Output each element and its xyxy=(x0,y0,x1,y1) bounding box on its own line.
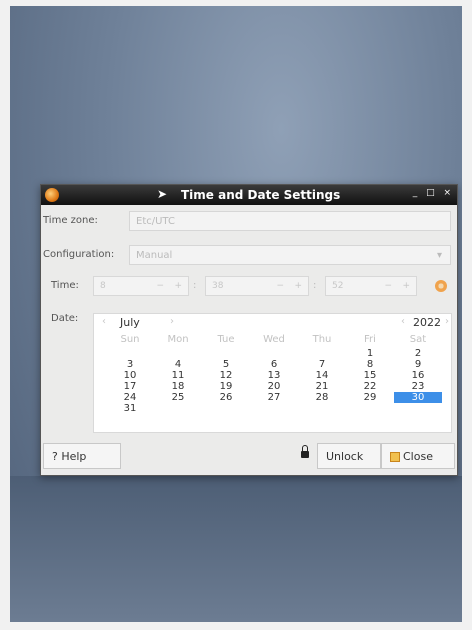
day-of-week-0: Sun xyxy=(120,334,140,345)
calendar-day-selected[interactable]: 30 xyxy=(394,392,442,403)
time-separator: : xyxy=(193,280,197,291)
calendar-day[interactable]: 3 xyxy=(106,359,154,370)
minimize-button[interactable]: _ xyxy=(413,188,418,198)
mouse-pointer-icon: ➤ xyxy=(157,187,168,201)
calendar-day[interactable]: 24 xyxy=(106,392,154,403)
calendar-week-row: 3456789 xyxy=(94,359,451,370)
day-of-week-1: Mon xyxy=(167,334,189,345)
close-window-button[interactable]: × xyxy=(443,188,451,198)
calendar-day[interactable]: 9 xyxy=(394,359,442,370)
calendar-header: ‹ July › ‹ 2022 › xyxy=(94,314,451,330)
hour-spinner[interactable]: 8 − + xyxy=(93,276,189,296)
calendar-week-row: 31 xyxy=(94,403,451,414)
calendar-year: 2022 xyxy=(413,316,441,329)
app-icon xyxy=(45,188,59,202)
configuration-value: Manual xyxy=(136,250,173,261)
calendar-day[interactable]: 1 xyxy=(346,348,394,359)
desktop-lower-area xyxy=(10,476,462,622)
calendar-day[interactable]: 27 xyxy=(250,392,298,403)
configuration-label: Configuration: xyxy=(43,249,115,260)
calendar-day[interactable]: 16 xyxy=(394,370,442,381)
calendar-day[interactable]: 22 xyxy=(346,381,394,392)
calendar-day[interactable]: 10 xyxy=(106,370,154,381)
second-spinner[interactable]: 52 − + xyxy=(325,276,417,296)
calendar-week-row: 17 18 19 20 21 22 23 xyxy=(94,381,451,392)
time-separator: : xyxy=(313,280,317,291)
configuration-select[interactable]: Manual ▾ xyxy=(129,245,451,265)
calendar-day[interactable]: 14 xyxy=(298,370,346,381)
next-month-button[interactable]: › xyxy=(170,316,174,327)
calendar-day[interactable]: 6 xyxy=(250,359,298,370)
unlock-button[interactable]: Unlock xyxy=(317,443,381,469)
calendar-day[interactable]: 8 xyxy=(346,359,394,370)
day-of-week-5: Fri xyxy=(364,334,376,345)
second-decrement[interactable]: − xyxy=(384,277,392,295)
calendar-day[interactable]: 28 xyxy=(298,392,346,403)
calendar-week-row: 24 25 26 27 28 29 30 xyxy=(94,392,451,403)
title-bar[interactable]: ➤ Time and Date Settings _ □ × xyxy=(41,185,457,205)
sync-time-icon[interactable] xyxy=(435,280,447,292)
day-of-week-4: Thu xyxy=(312,334,332,345)
calendar-day[interactable]: 18 xyxy=(154,381,202,392)
calendar-day[interactable]: 29 xyxy=(346,392,394,403)
calendar-month: July xyxy=(120,316,140,329)
hour-increment[interactable]: + xyxy=(174,277,182,295)
calendar[interactable]: ‹ July › ‹ 2022 › Sun Mon Tue Wed Thu Fri Sat 1… xyxy=(93,313,452,433)
calendar-day[interactable]: 23 xyxy=(394,381,442,392)
minute-decrement[interactable]: − xyxy=(276,277,284,295)
calendar-day[interactable]: 25 xyxy=(154,392,202,403)
calendar-day[interactable]: 5 xyxy=(202,359,250,370)
timezone-field[interactable]: Etc/UTC xyxy=(129,211,451,231)
next-year-button[interactable]: › xyxy=(445,316,449,327)
window-controls: _ □ × xyxy=(407,188,451,198)
desktop-background: ➤ Time and Date Settings _ □ × Time zone… xyxy=(10,6,462,622)
calendar-day[interactable]: 4 xyxy=(154,359,202,370)
days-of-week-row: Sun Mon Tue Wed Thu Fri Sat xyxy=(94,334,451,345)
close-button[interactable]: Close xyxy=(381,443,455,469)
help-button[interactable]: ? Help xyxy=(43,443,121,469)
close-button-label: Close xyxy=(403,450,433,463)
minute-spinner[interactable]: 38 − + xyxy=(205,276,309,296)
close-icon xyxy=(390,452,400,462)
day-of-week-6: Sat xyxy=(409,334,427,345)
second-value: 52 xyxy=(332,281,344,291)
time-label: Time: xyxy=(51,280,79,291)
calendar-day[interactable]: 7 xyxy=(298,359,346,370)
time-date-settings-window: ➤ Time and Date Settings _ □ × Time zone… xyxy=(40,184,458,476)
hour-value: 8 xyxy=(100,281,106,291)
date-label: Date: xyxy=(51,313,79,324)
calendar-day[interactable]: 2 xyxy=(394,348,442,359)
day-of-week-3: Wed xyxy=(263,334,285,345)
timezone-label: Time zone: xyxy=(43,215,98,226)
calendar-day[interactable]: 21 xyxy=(298,381,346,392)
prev-year-button[interactable]: ‹ xyxy=(401,316,405,327)
calendar-day[interactable]: 19 xyxy=(202,381,250,392)
calendar-day[interactable]: 26 xyxy=(202,392,250,403)
calendar-day[interactable]: 15 xyxy=(346,370,394,381)
day-of-week-2: Tue xyxy=(217,334,235,345)
maximize-button[interactable]: □ xyxy=(426,188,435,198)
window-title: Time and Date Settings xyxy=(181,188,341,202)
minute-increment[interactable]: + xyxy=(294,277,302,295)
chevron-down-icon: ▾ xyxy=(436,250,442,261)
second-increment[interactable]: + xyxy=(402,277,410,295)
lock-icon xyxy=(301,445,309,458)
calendar-day[interactable]: 12 xyxy=(202,370,250,381)
calendar-day[interactable]: 13 xyxy=(250,370,298,381)
calendar-week-row: 10 11 12 13 14 15 16 xyxy=(94,370,451,381)
minute-value: 38 xyxy=(212,281,224,291)
calendar-day[interactable]: 31 xyxy=(106,403,154,414)
calendar-day[interactable]: 11 xyxy=(154,370,202,381)
calendar-day[interactable]: 17 xyxy=(106,381,154,392)
calendar-day[interactable]: 20 xyxy=(250,381,298,392)
hour-decrement[interactable]: − xyxy=(156,277,164,295)
calendar-week-row: 12 xyxy=(94,348,451,359)
prev-month-button[interactable]: ‹ xyxy=(102,316,106,327)
